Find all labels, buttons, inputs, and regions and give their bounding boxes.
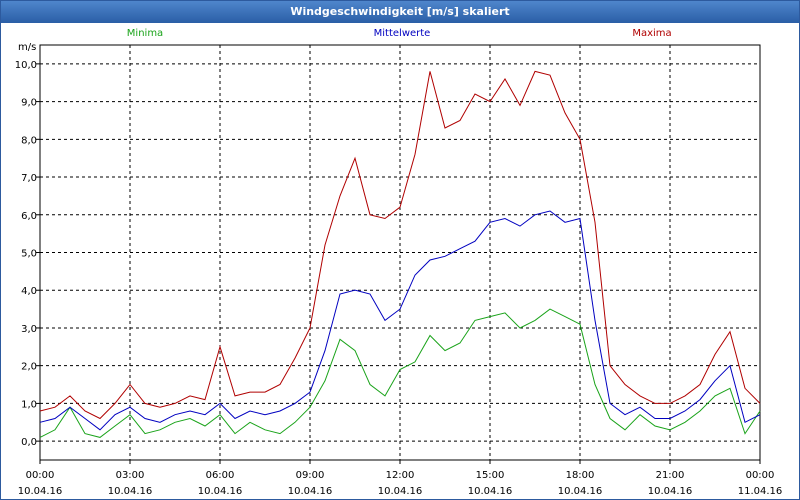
x-tick-date: 10.04.16 [558, 486, 603, 497]
x-tick-date: 10.04.16 [378, 486, 423, 497]
legend-entry-maxima: Maxima [632, 28, 671, 39]
y-tick-label: 3,0 [21, 324, 37, 335]
x-tick-date: 10.04.16 [18, 486, 63, 497]
x-tick-date: 10.04.16 [198, 486, 243, 497]
y-tick-label: 9,0 [21, 98, 37, 109]
y-axis-label: m/s [18, 42, 36, 53]
x-tick-time: 09:00 [296, 470, 325, 481]
x-tick-date: 10.04.16 [288, 486, 333, 497]
y-tick-label: 1,0 [21, 399, 37, 410]
x-tick-time: 12:00 [386, 470, 415, 481]
x-tick-time: 15:00 [476, 470, 505, 481]
x-tick-date: 11.04.16 [738, 486, 783, 497]
y-tick-label: 2,0 [21, 362, 37, 373]
x-tick-time: 21:00 [656, 470, 685, 481]
legend-entry-mittelwerte: Mittelwerte [374, 28, 431, 39]
y-tick-label: 0,0 [21, 437, 37, 448]
x-tick-date: 10.04.16 [108, 486, 153, 497]
y-tick-label: 10,0 [15, 60, 37, 71]
y-tick-label: 5,0 [21, 249, 37, 260]
y-axis-ticks: 0,0 1,0 2,0 3,0 4,0 5,0 6,0 7,0 8,0 9,0 10,0 [15, 60, 40, 448]
x-axis-ticks: 00:00 10.04.16 03:00 10.04.16 06:00 10.04.16 0… [18, 460, 783, 497]
y-tick-label: 8,0 [21, 135, 37, 146]
y-tick-label: 6,0 [21, 211, 37, 222]
legend: Minima Mittelwerte Maxima [127, 28, 672, 39]
x-tick-date: 10.04.16 [648, 486, 693, 497]
x-tick-date: 10.04.16 [468, 486, 513, 497]
x-tick-time: 06:00 [206, 470, 235, 481]
x-tick-time: 00:00 [746, 470, 775, 481]
y-tick-label: 4,0 [21, 286, 37, 297]
x-tick-time: 18:00 [566, 470, 595, 481]
wind-speed-chart: 0,0 1,0 2,0 3,0 4,0 5,0 6,0 7,0 8,0 9,0 10,0 00:00… [15, 28, 783, 497]
x-tick-time: 03:00 [116, 470, 145, 481]
legend-entry-minima: Minima [127, 28, 163, 39]
y-tick-label: 7,0 [21, 173, 37, 184]
x-tick-time: 00:00 [26, 470, 55, 481]
